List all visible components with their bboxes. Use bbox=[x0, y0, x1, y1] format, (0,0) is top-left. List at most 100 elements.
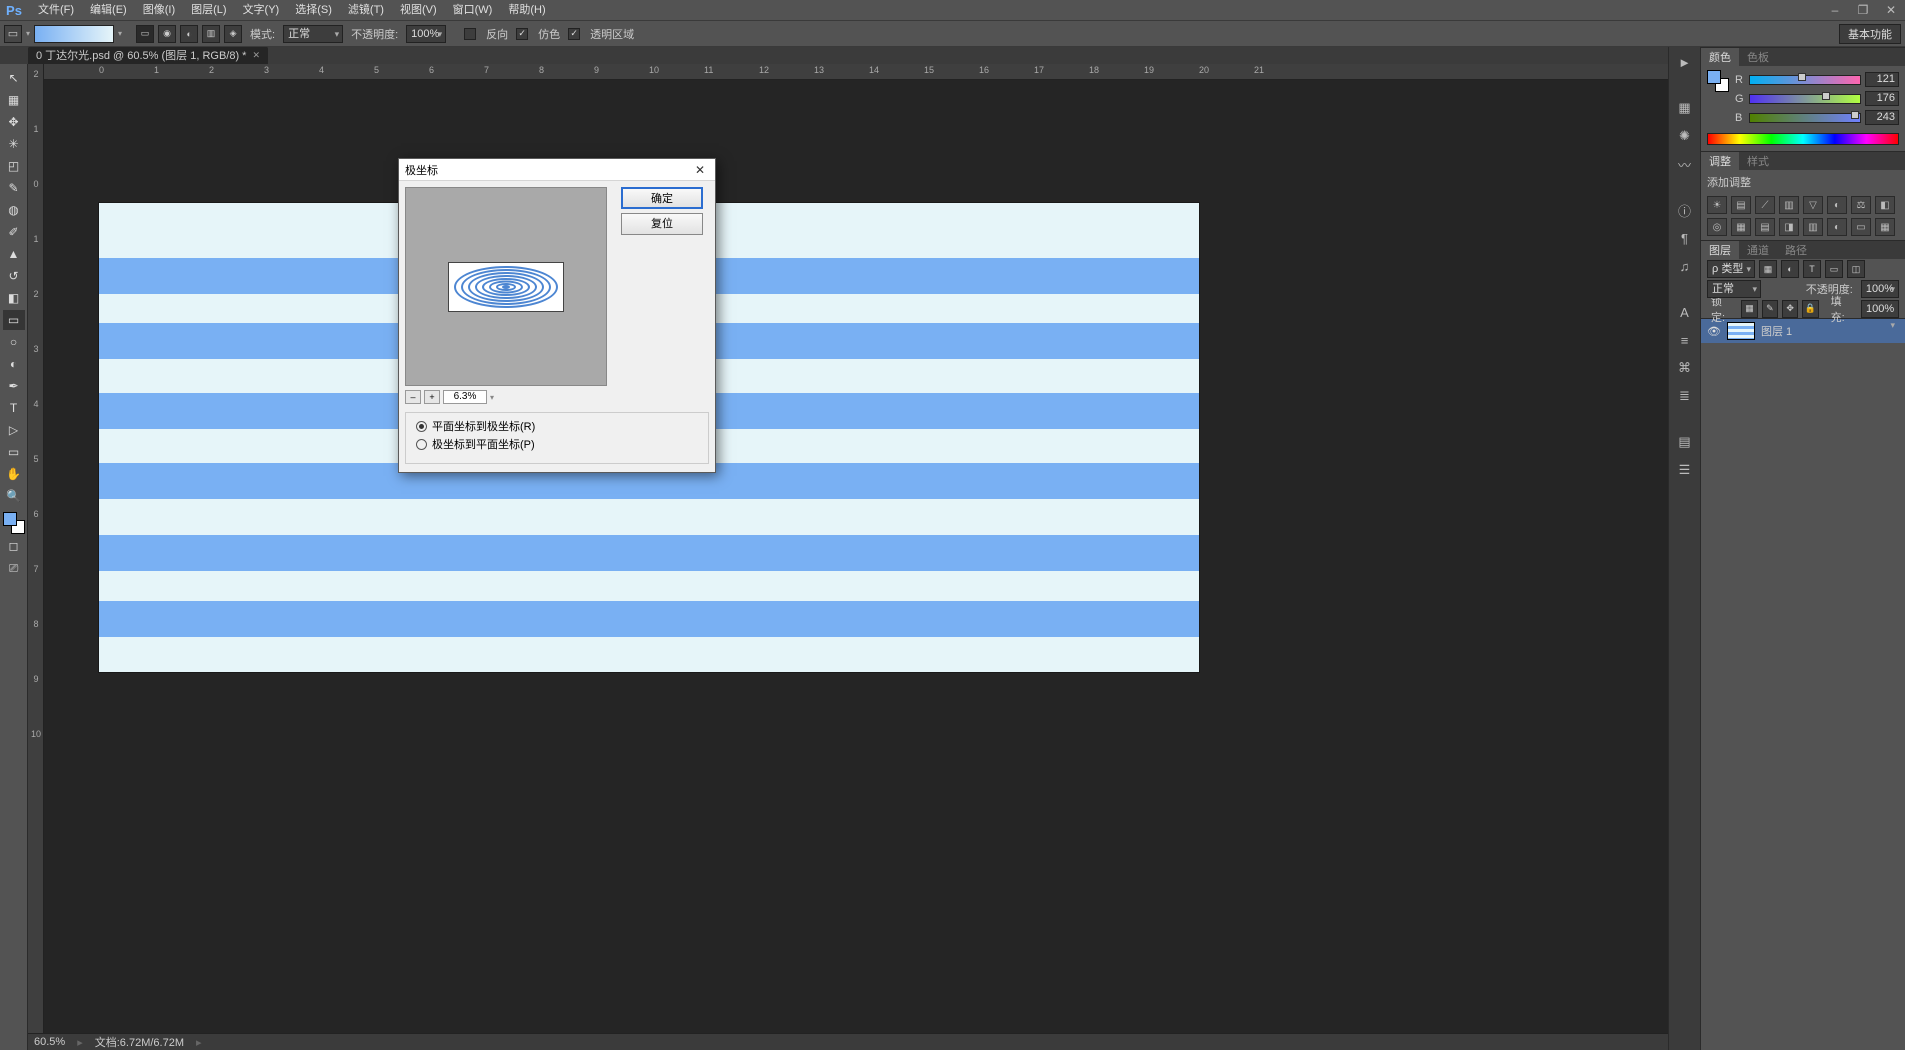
menu-select[interactable]: 选择(S) bbox=[287, 0, 340, 20]
menu-file[interactable]: 文件(F) bbox=[30, 0, 82, 20]
adj-invert-icon[interactable]: ◨ bbox=[1779, 218, 1799, 236]
menu-edit[interactable]: 编辑(E) bbox=[82, 0, 135, 20]
opacity-field[interactable]: 100% bbox=[406, 25, 446, 43]
panel-fgbg-swatch[interactable] bbox=[1707, 70, 1729, 92]
maximize-button[interactable]: ❐ bbox=[1849, 0, 1877, 20]
tab-styles[interactable]: 样式 bbox=[1739, 152, 1777, 170]
menu-image[interactable]: 图像(I) bbox=[135, 0, 183, 20]
reset-button[interactable]: 复位 bbox=[621, 213, 703, 235]
marquee-tool[interactable]: ▦ bbox=[3, 90, 25, 110]
side-panel-icon[interactable]: ¶ bbox=[1673, 227, 1697, 249]
menu-type[interactable]: 文字(Y) bbox=[235, 0, 288, 20]
hand-tool[interactable]: ✋ bbox=[3, 464, 25, 484]
workspace-switcher[interactable]: 基本功能 bbox=[1839, 24, 1901, 44]
adj-selective-icon[interactable]: ▦ bbox=[1875, 218, 1895, 236]
tab-color[interactable]: 颜色 bbox=[1701, 48, 1739, 66]
adj-posterize-icon[interactable]: ▥ bbox=[1803, 218, 1823, 236]
tab-adjustments[interactable]: 调整 bbox=[1701, 152, 1739, 170]
b-slider[interactable] bbox=[1749, 113, 1861, 123]
eraser-tool[interactable]: ◧ bbox=[3, 288, 25, 308]
menu-view[interactable]: 视图(V) bbox=[392, 0, 445, 20]
layer-blend-dropdown[interactable]: 正常 bbox=[1707, 280, 1761, 298]
transparency-checkbox[interactable]: ✓ bbox=[568, 28, 580, 40]
dither-checkbox[interactable]: ✓ bbox=[516, 28, 528, 40]
lock-pixels-icon[interactable]: ✎ bbox=[1762, 300, 1778, 318]
menu-window[interactable]: 窗口(W) bbox=[445, 0, 501, 20]
g-slider[interactable] bbox=[1749, 94, 1861, 104]
move-tool[interactable]: ↖ bbox=[3, 68, 25, 88]
close-button[interactable]: ✕ bbox=[1877, 0, 1905, 20]
adj-lookup-icon[interactable]: ▤ bbox=[1755, 218, 1775, 236]
hue-ramp[interactable] bbox=[1707, 133, 1899, 145]
dialog-titlebar[interactable]: 极坐标 ✕ bbox=[399, 159, 715, 181]
tab-channels[interactable]: 通道 bbox=[1739, 241, 1777, 259]
tab-paths[interactable]: 路径 bbox=[1777, 241, 1815, 259]
lasso-tool[interactable]: ✥ bbox=[3, 112, 25, 132]
zoom-level[interactable]: 60.5% bbox=[34, 1036, 65, 1048]
magic-wand-tool[interactable]: ✳ bbox=[3, 134, 25, 154]
adj-bw-icon[interactable]: ◧ bbox=[1875, 196, 1895, 214]
dialog-close-icon[interactable]: ✕ bbox=[691, 163, 709, 177]
quick-mask-icon[interactable]: ◻ bbox=[3, 536, 25, 556]
gradient-reflected-icon[interactable]: ▥ bbox=[202, 25, 220, 43]
b-value[interactable]: 243 bbox=[1865, 110, 1899, 125]
close-tab-icon[interactable]: ✕ bbox=[252, 50, 260, 61]
gradient-radial-icon[interactable]: ◉ bbox=[158, 25, 176, 43]
rect-to-polar-option[interactable]: 平面坐标到极坐标(R) bbox=[416, 417, 698, 435]
menu-help[interactable]: 帮助(H) bbox=[500, 0, 553, 20]
eyedropper-tool[interactable]: ✎ bbox=[3, 178, 25, 198]
adj-gradient-map-icon[interactable]: ▭ bbox=[1851, 218, 1871, 236]
side-panel-icon[interactable]: ♫ bbox=[1673, 255, 1697, 277]
menu-layer[interactable]: 图层(L) bbox=[183, 0, 234, 20]
side-panel-icon[interactable]: 〰 bbox=[1673, 153, 1697, 175]
gradient-linear-icon[interactable]: ▭ bbox=[136, 25, 154, 43]
blur-tool[interactable]: ○ bbox=[3, 332, 25, 352]
gradient-diamond-icon[interactable]: ◈ bbox=[224, 25, 242, 43]
tab-swatches[interactable]: 色板 bbox=[1739, 48, 1777, 66]
foreground-background-swatch[interactable] bbox=[3, 512, 25, 534]
side-panel-icon[interactable]: ► bbox=[1673, 51, 1697, 73]
history-brush-tool[interactable]: ↺ bbox=[3, 266, 25, 286]
ok-button[interactable]: 确定 bbox=[621, 187, 703, 209]
adj-curves-icon[interactable]: ⟋ bbox=[1755, 196, 1775, 214]
document-tab[interactable]: 0 丁达尔光.psd @ 60.5% (图层 1, RGB/8) * ✕ bbox=[28, 46, 268, 64]
adj-hue-icon[interactable]: ◐ bbox=[1827, 196, 1847, 214]
fill-field[interactable]: 100% bbox=[1861, 300, 1899, 318]
side-panel-icon[interactable]: ≡ bbox=[1673, 329, 1697, 351]
filter-preview[interactable] bbox=[405, 187, 607, 386]
lock-position-icon[interactable]: ✥ bbox=[1782, 300, 1798, 318]
side-panel-icon[interactable]: ▦ bbox=[1673, 97, 1697, 119]
filter-pixel-icon[interactable]: ▦ bbox=[1759, 260, 1777, 278]
side-panel-icon[interactable]: ☰ bbox=[1673, 459, 1697, 481]
adj-exposure-icon[interactable]: ▥ bbox=[1779, 196, 1799, 214]
dodge-tool[interactable]: ◐ bbox=[3, 354, 25, 374]
gradient-tool[interactable]: ▭ bbox=[3, 310, 25, 330]
type-tool[interactable]: T bbox=[3, 398, 25, 418]
healing-brush-tool[interactable]: ◍ bbox=[3, 200, 25, 220]
side-panel-icon[interactable]: ⌘ bbox=[1673, 357, 1697, 379]
layer-filter-kind[interactable]: ρ 类型 bbox=[1707, 260, 1755, 278]
side-panel-icon[interactable]: ⓘ bbox=[1673, 199, 1697, 221]
r-value[interactable]: 121 bbox=[1865, 72, 1899, 87]
polar-to-rect-option[interactable]: 极坐标到平面坐标(P) bbox=[416, 435, 698, 453]
filter-type-icon[interactable]: T bbox=[1803, 260, 1821, 278]
reverse-checkbox[interactable] bbox=[464, 28, 476, 40]
layer-name[interactable]: 图层 1 bbox=[1761, 323, 1792, 339]
side-panel-icon[interactable]: ✺ bbox=[1673, 125, 1697, 147]
side-panel-icon[interactable]: A bbox=[1673, 301, 1697, 323]
r-slider[interactable] bbox=[1749, 75, 1861, 85]
lock-transparent-icon[interactable]: ▦ bbox=[1741, 300, 1757, 318]
gradient-preset-picker[interactable] bbox=[34, 25, 114, 43]
pen-tool[interactable]: ✒ bbox=[3, 376, 25, 396]
zoom-tool[interactable]: 🔍 bbox=[3, 486, 25, 506]
canvas-area[interactable] bbox=[44, 80, 1905, 1033]
adj-levels-icon[interactable]: ▤ bbox=[1731, 196, 1751, 214]
rectangle-tool[interactable]: ▭ bbox=[3, 442, 25, 462]
g-value[interactable]: 176 bbox=[1865, 91, 1899, 106]
gradient-angle-icon[interactable]: ◐ bbox=[180, 25, 198, 43]
adj-photo-filter-icon[interactable]: ◎ bbox=[1707, 218, 1727, 236]
adj-mixer-icon[interactable]: ▦ bbox=[1731, 218, 1751, 236]
zoom-out-button[interactable]: – bbox=[405, 390, 421, 404]
layer-row[interactable]: 👁 图层 1 bbox=[1701, 319, 1905, 343]
blend-mode-dropdown[interactable]: 正常 bbox=[283, 25, 343, 43]
